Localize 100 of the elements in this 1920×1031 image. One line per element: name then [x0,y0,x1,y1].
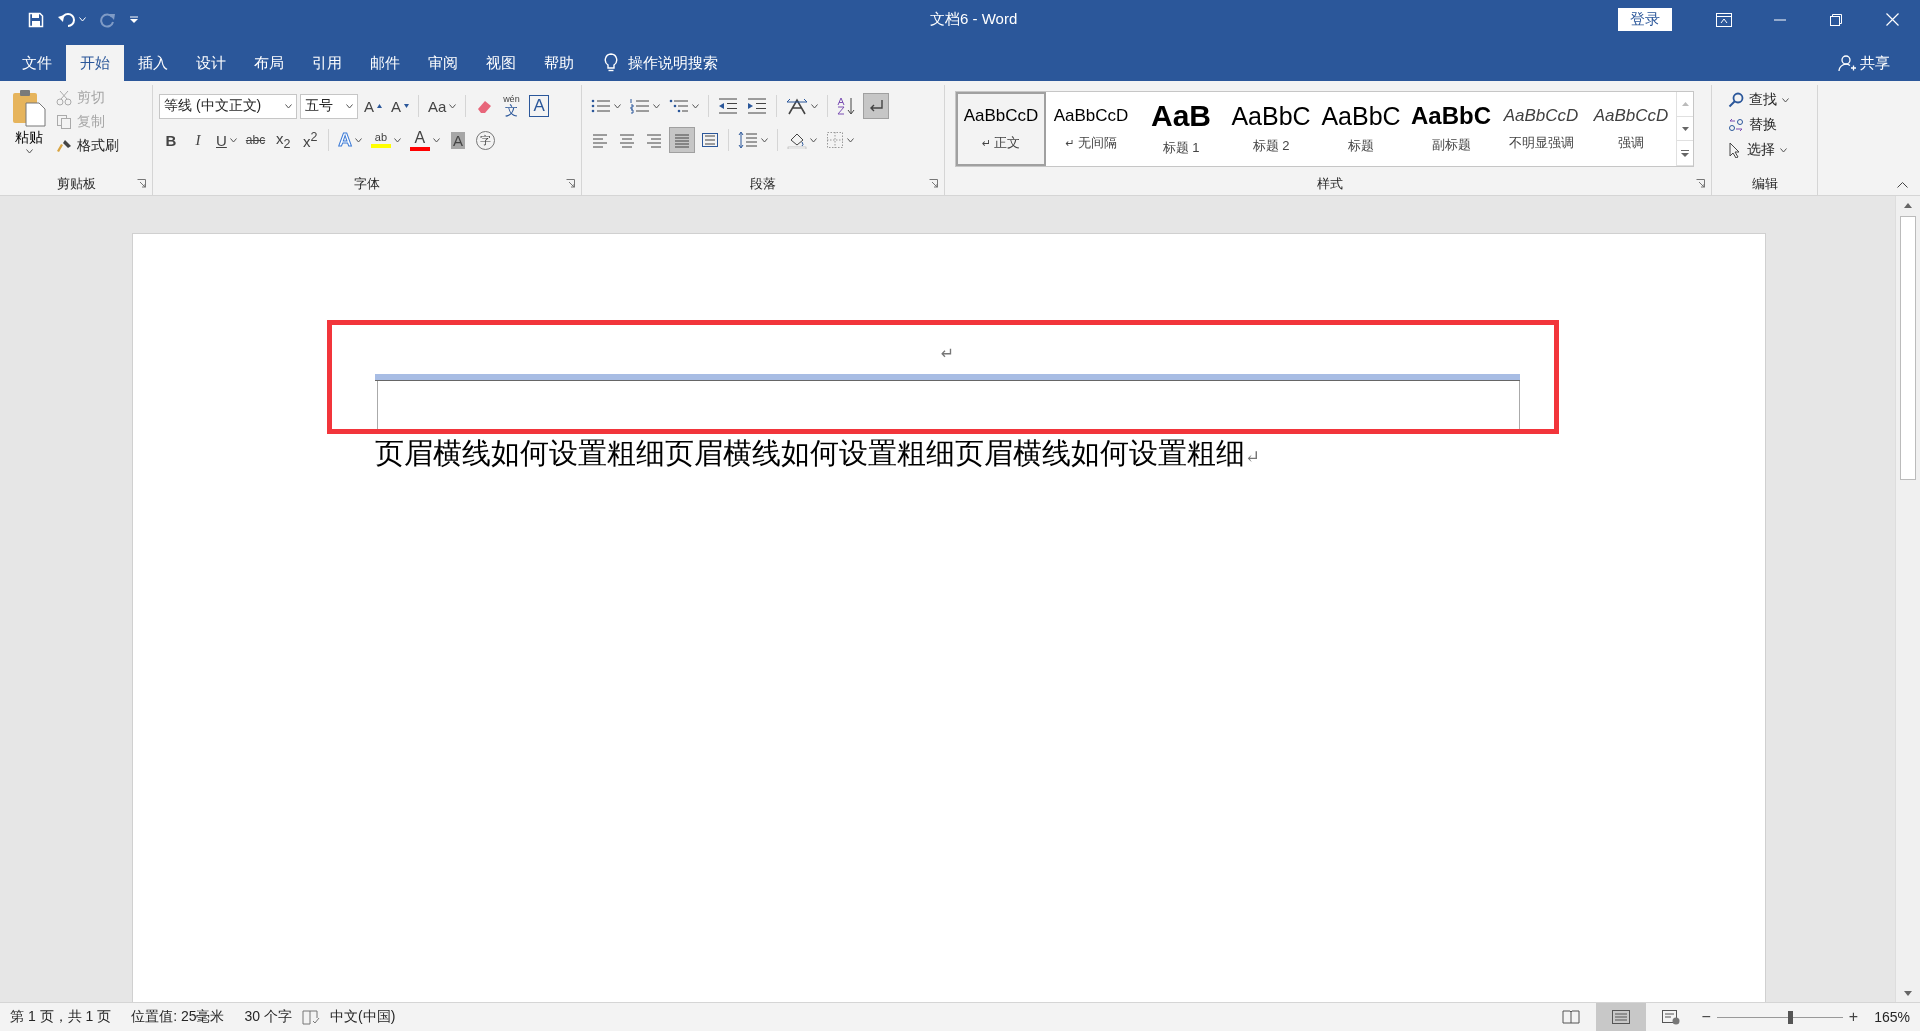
book-icon [1561,1009,1580,1025]
change-case-button[interactable]: Aa [425,93,460,119]
caret-icon [130,15,138,24]
more-icon [1681,149,1689,157]
replace-button[interactable]: 替换 [1724,114,1793,136]
style-option[interactable]: AaBbCcD 不明显强调 [1496,92,1586,166]
grow-font-button[interactable]: A [361,93,385,119]
style-option[interactable]: AaBbC 标题 2 [1226,92,1316,166]
up-caret-icon [377,104,382,108]
paste-button[interactable]: 粘贴 [6,85,52,173]
ribbon-tab[interactable]: 插入 [124,45,182,81]
window-title: 文档6 - Word [930,10,1018,27]
zoom-out-button[interactable]: − [1695,1008,1717,1026]
ribbon-tab[interactable]: 帮助 [530,45,588,81]
pointer-icon [1728,142,1742,158]
clipboard-icon [12,89,46,127]
caret-icon [285,103,292,109]
subscript-button[interactable]: x$_{2}$ [271,127,296,153]
line-spacing-icon [738,131,758,149]
ribbon-tab[interactable]: 邮件 [356,45,414,81]
italic-button[interactable]: I [186,127,210,153]
page-count[interactable]: 第 1 页，共 1 页 [0,1008,122,1026]
body-text: 页眉横线如何设置粗细页眉横线如何设置粗细页眉横线如何设置粗细↵ [375,437,1262,471]
underline-button[interactable]: U [213,127,240,153]
style-option[interactable]: AaBbC 副标题 [1406,92,1496,166]
group-label: 段落 [750,175,776,193]
ribbon-tab[interactable]: 开始 [66,45,124,81]
lightbulb-icon [604,53,618,73]
caret-icon [346,103,353,109]
dialog-launcher-icon [137,179,146,188]
group-label: 剪贴板 [56,175,96,193]
align-right-icon [645,132,663,148]
font-color-button[interactable]: A [406,127,443,153]
ribbon-tab[interactable]: 视图 [472,45,530,81]
strikethrough-button[interactable]: abc [242,127,269,153]
arrows-icon [786,97,808,115]
caret-icon [79,17,86,22]
save-icon [28,11,44,28]
caret-icon [432,137,440,143]
caret-icon [25,149,33,154]
window-icon [1716,12,1732,27]
restore-icon [1830,13,1842,26]
position-value: 位置值: 25毫米 [130,1008,226,1026]
sign-in-button[interactable]: 登录 [1618,8,1672,31]
style-option[interactable]: AaB 标题 1 [1136,92,1226,166]
dialog-launcher-icon [566,179,575,188]
tell-me-search[interactable]: 操作说明搜索 [628,53,718,73]
scrollbar-thumb[interactable] [1900,216,1916,480]
copy-icon [56,114,72,130]
style-option[interactable]: AaBbCcD 强调 [1586,92,1676,166]
caret-icon [653,103,660,109]
indent-icon [747,98,767,114]
bold-button[interactable]: B [159,127,183,153]
caret-up-icon [1904,202,1912,208]
minimize-icon [1774,18,1786,21]
ribbon-tab[interactable]: 布局 [240,45,298,81]
format-painter-button[interactable]: 格式刷 [52,135,123,157]
font-name-field[interactable]: 等线 (中文正文) [159,93,297,119]
caret-icon [229,137,237,143]
caret-icon [1782,97,1789,103]
shrink-font-button[interactable]: A [388,93,413,119]
character-shading-button[interactable]: A [445,127,470,153]
outdent-icon [718,98,738,114]
character-border-button[interactable]: A [526,93,552,119]
superscript-button[interactable]: x$^{2}$ [298,127,323,153]
select-button[interactable]: 选择 [1724,139,1793,161]
caret-icon [761,137,768,143]
caret-up-icon [1897,182,1908,188]
page-icon [1610,1009,1631,1025]
ribbon-tab[interactable]: 审阅 [414,45,472,81]
caret-icon [847,137,854,143]
share-button[interactable]: 共享 [1832,45,1896,81]
person-add-icon [1838,54,1856,72]
language-label[interactable]: 中文(中国) [319,1008,406,1026]
caret-icon [393,137,401,143]
caret-icon [810,137,817,143]
zoom-level[interactable]: 165% [1864,1009,1920,1025]
caret-icon [449,103,457,109]
dialog-launcher-icon [929,179,938,188]
paint-bucket-icon [787,131,807,149]
zoom-in-button[interactable]: + [1842,1008,1865,1026]
numbered-list-icon [630,98,650,114]
ribbon-tab[interactable]: 引用 [298,45,356,81]
style-option[interactable]: AaBbC 标题 [1316,92,1406,166]
ribbon-tab[interactable]: 设计 [182,45,240,81]
caret-down-icon [1681,126,1689,131]
highlight-button[interactable]: ab [367,127,404,153]
caret-icon [614,103,621,109]
zoom-slider-thumb[interactable] [1787,1010,1793,1024]
phonetic-guide-button[interactable]: wén 文 [499,93,524,119]
show-marks-button[interactable] [863,93,889,119]
find-button[interactable]: 查找 [1724,89,1793,111]
word-count[interactable]: 30 个字 [234,1008,302,1026]
print-layout-button[interactable] [1595,1003,1646,1031]
scissors-icon [56,90,72,106]
font-size-field[interactable]: 五号 [300,93,358,119]
style-option[interactable]: AaBbCcD ↵ 无间隔 [1046,92,1136,166]
caret-up-icon [1681,101,1689,106]
style-option[interactable]: AaBbCcD ↵ 正文 [956,92,1046,166]
ribbon-tab[interactable]: 文件 [8,45,66,81]
